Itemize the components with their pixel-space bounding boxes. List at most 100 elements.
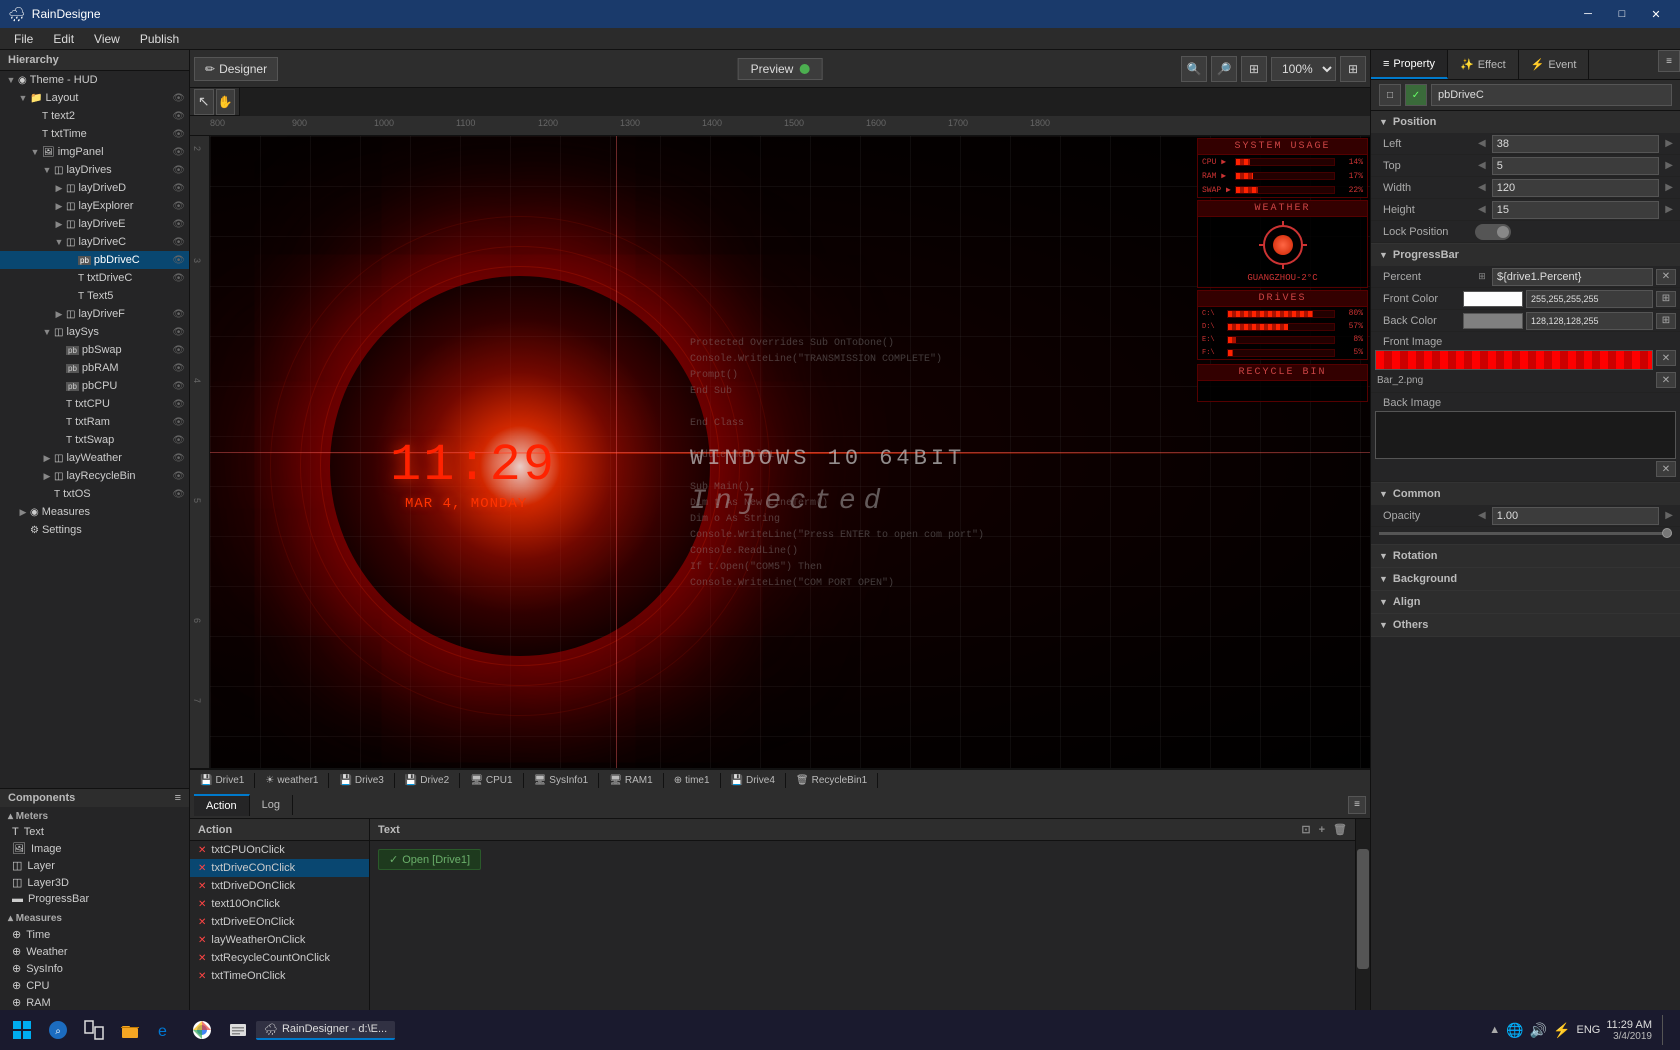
tab-property[interactable]: ≡ Property xyxy=(1371,50,1448,79)
timeline-tab-drive3[interactable]: 💾 Drive3 xyxy=(329,773,394,788)
visibility-icon[interactable]: 👁 xyxy=(172,471,185,482)
timeline-tab-drive1[interactable]: 💾 Drive1 xyxy=(190,773,255,788)
tree-item-pbswap[interactable]: pb pbSwap 👁 xyxy=(0,341,189,359)
front-color-swatch[interactable] xyxy=(1463,291,1523,307)
tree-item-pbdrivec[interactable]: pb pbDriveC 👁 xyxy=(0,251,189,269)
menu-view[interactable]: View xyxy=(84,30,130,48)
visibility-icon[interactable]: 👁 xyxy=(172,237,185,248)
canvas-content[interactable]: 11:29 MAR 4, MONDAY WINDOWS 10 64BIT Inj… xyxy=(210,136,1370,768)
front-color-pick[interactable]: ⊞ xyxy=(1656,291,1676,307)
zoom-selector[interactable]: 100% 50% 75% 125% 150% xyxy=(1271,57,1336,81)
tree-item-layweather[interactable]: ▶ ◫ layWeather 👁 xyxy=(0,449,189,467)
pointer-tool[interactable]: ↖ xyxy=(194,89,214,115)
action-txttime[interactable]: ✕ txtTimeOnClick xyxy=(190,967,369,985)
visibility-icon[interactable]: 👁 xyxy=(172,201,185,212)
tree-item-theme[interactable]: ▼ ◉ Theme - HUD xyxy=(0,71,189,89)
left-dec[interactable]: ◀ xyxy=(1475,138,1489,149)
tree-item-pbcpu[interactable]: pb pbCPU 👁 xyxy=(0,377,189,395)
visibility-icon[interactable]: 👁 xyxy=(172,309,185,320)
visibility-icon[interactable]: 👁 xyxy=(172,219,185,230)
timeline-tab-weather1[interactable]: ☀ weather1 xyxy=(255,773,329,788)
action-badge[interactable]: ✓ Open [Drive1] xyxy=(378,849,481,870)
left-inc[interactable]: ▶ xyxy=(1662,138,1676,149)
action-text10[interactable]: ✕ text10OnClick xyxy=(190,895,369,913)
tree-item-layrecyclebin[interactable]: ▶ ◫ layRecycleBin 👁 xyxy=(0,467,189,485)
top-inc[interactable]: ▶ xyxy=(1662,160,1676,171)
components-menu-icon[interactable]: ≡ xyxy=(175,792,181,804)
action-txtdrivee[interactable]: ✕ txtDriveEOnClick xyxy=(190,913,369,931)
tree-item-laysys[interactable]: ▼ ◫ laySys 👁 xyxy=(0,323,189,341)
tree-item-laydrivef[interactable]: ▶ ◫ layDriveF 👁 xyxy=(0,305,189,323)
lock-position-toggle[interactable] xyxy=(1475,224,1511,240)
timeline-tab-time1[interactable]: ⊕ time1 xyxy=(664,773,721,788)
timeline-tab-drive2[interactable]: 💾 Drive2 xyxy=(395,773,460,788)
visibility-icon[interactable]: 👁 xyxy=(172,165,185,176)
clock-display[interactable]: 11:29 AM 3/4/2019 xyxy=(1606,1019,1652,1042)
timeline-tab-drive4[interactable]: 💾 Drive4 xyxy=(721,773,786,788)
component-name-field[interactable]: pbDriveC xyxy=(1431,84,1672,106)
tree-item-text5[interactable]: T Text5 xyxy=(0,287,189,305)
network-tray-icon[interactable]: 🌐 xyxy=(1506,1022,1523,1039)
tree-item-txtos[interactable]: T txtOS 👁 xyxy=(0,485,189,503)
bottom-panel-menu[interactable]: ≡ xyxy=(1348,796,1366,814)
visibility-icon[interactable]: 👁 xyxy=(172,273,185,284)
volume-tray-icon[interactable]: 🔊 xyxy=(1530,1022,1547,1039)
visibility-icon[interactable]: 👁 xyxy=(172,327,185,338)
tree-item-txtswap[interactable]: T txtSwap 👁 xyxy=(0,431,189,449)
grid-button[interactable]: ⊞ xyxy=(1340,56,1366,82)
tree-item-layout[interactable]: ▼ 📁 Layout 👁 xyxy=(0,89,189,107)
expand-icon[interactable]: ⊡ xyxy=(1301,823,1310,836)
menu-file[interactable]: File xyxy=(4,30,43,48)
start-button[interactable] xyxy=(4,1012,40,1048)
visibility-icon[interactable]: 👁 xyxy=(172,111,185,122)
file-manager-button[interactable] xyxy=(220,1012,256,1048)
visibility-icon[interactable]: 👁 xyxy=(172,345,185,356)
cortana-button[interactable]: ⌕ xyxy=(40,1012,76,1048)
task-view-button[interactable] xyxy=(76,1012,112,1048)
comp-cpu[interactable]: ⊕CPU xyxy=(0,977,189,994)
width-inc[interactable]: ▶ xyxy=(1662,182,1676,193)
comp-layer[interactable]: ◫Layer xyxy=(0,857,189,874)
timeline-tab-recyclebin1[interactable]: 🗑 RecycleBin1 xyxy=(786,773,878,788)
tray-up-arrow[interactable]: ▲ xyxy=(1489,1024,1500,1036)
tree-item-layexplorer[interactable]: ▶ ◫ layExplorer 👁 xyxy=(0,197,189,215)
tab-action[interactable]: Action xyxy=(194,794,250,816)
edge-button[interactable]: e xyxy=(148,1012,184,1048)
hand-tool[interactable]: ✋ xyxy=(216,89,236,115)
left-input[interactable] xyxy=(1492,135,1660,153)
tab-log[interactable]: Log xyxy=(250,795,293,815)
comp-layer3d[interactable]: ◫Layer3D xyxy=(0,874,189,891)
maximize-button[interactable]: □ xyxy=(1606,4,1638,24)
language-indicator[interactable]: ENG xyxy=(1576,1024,1600,1036)
opacity-inc[interactable]: ▶ xyxy=(1662,510,1676,521)
opacity-dec[interactable]: ◀ xyxy=(1475,510,1489,521)
tree-item-text2[interactable]: T text2 👁 xyxy=(0,107,189,125)
zoom-in-button[interactable]: 🔎 xyxy=(1211,56,1237,82)
menu-edit[interactable]: Edit xyxy=(43,30,84,48)
tree-item-laydrivec[interactable]: ▼ ◫ layDriveC 👁 xyxy=(0,233,189,251)
tab-event[interactable]: ⚡ Event xyxy=(1519,50,1590,79)
tree-item-txtdrivec[interactable]: T txtDriveC 👁 xyxy=(0,269,189,287)
visibility-icon[interactable]: 👁 xyxy=(172,255,185,266)
height-input[interactable] xyxy=(1492,201,1660,219)
tree-item-txtram[interactable]: T txtRam 👁 xyxy=(0,413,189,431)
action-txtdrivec[interactable]: ✕ txtDriveCOnClick xyxy=(190,859,369,877)
timeline-tab-cpu1[interactable]: 🖥 CPU1 xyxy=(460,773,523,788)
close-button[interactable]: ✕ xyxy=(1640,4,1672,24)
back-color-input[interactable] xyxy=(1526,312,1653,330)
width-input[interactable] xyxy=(1492,179,1660,197)
section-position-header[interactable]: ▼ Position xyxy=(1371,111,1680,133)
add-icon[interactable]: + xyxy=(1319,824,1325,836)
front-image-clear2[interactable]: ✕ xyxy=(1656,372,1676,388)
designer-tab[interactable]: ✏ Designer xyxy=(194,57,278,81)
section-background-header[interactable]: ▼ Background xyxy=(1371,568,1680,590)
action-txtcpuonclick[interactable]: ✕ txtCPUOnClick xyxy=(190,841,369,859)
top-input[interactable] xyxy=(1492,157,1660,175)
visibility-icon[interactable]: 👁 xyxy=(172,147,185,158)
tree-item-measures[interactable]: ▶ ◉ Measures xyxy=(0,503,189,521)
action-txtdrived[interactable]: ✕ txtDriveDOnClick xyxy=(190,877,369,895)
action-layweather[interactable]: ✕ layWeatherOnClick xyxy=(190,931,369,949)
visibility-icon[interactable]: 👁 xyxy=(172,93,185,104)
comp-sysinfo[interactable]: ⊕SysInfo xyxy=(0,960,189,977)
comp-visible-toggle[interactable]: □ xyxy=(1379,84,1401,106)
